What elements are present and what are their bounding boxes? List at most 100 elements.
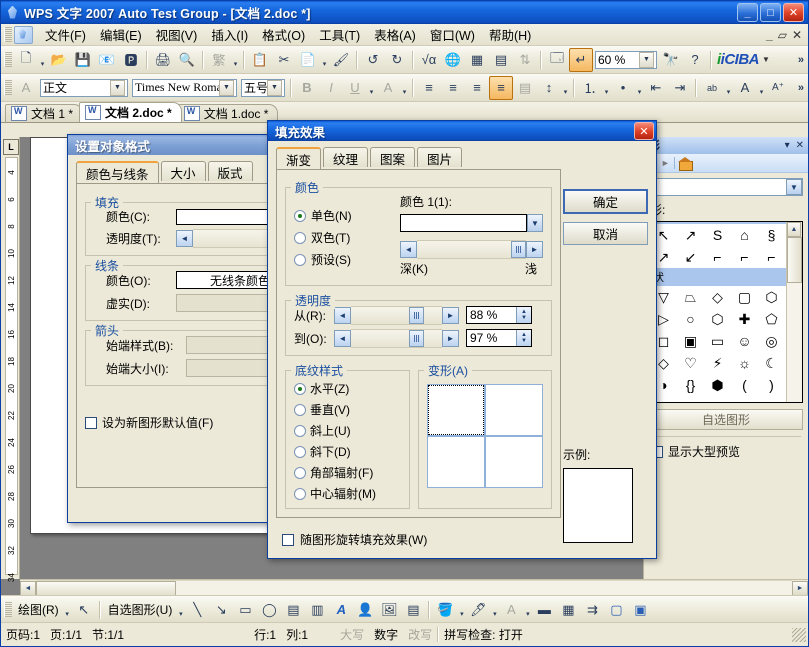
export-pdf-icon[interactable]: 🅿	[119, 48, 143, 72]
tab-gradient[interactable]: 渐变	[276, 147, 321, 169]
menu-edit[interactable]: 编辑(E)	[93, 23, 149, 46]
document-control-icon[interactable]	[14, 26, 33, 44]
shading-diagonal-down-radio[interactable]	[294, 446, 306, 458]
to-spinner-arrows-icon[interactable]: ▲▼	[516, 330, 531, 346]
resize-grip-icon[interactable]	[792, 628, 806, 642]
bulleted-list-icon[interactable]: •	[611, 76, 635, 100]
word-art-icon[interactable]: A	[329, 598, 353, 622]
shading-diagonal-down-row[interactable]: 斜下(D)	[294, 443, 401, 460]
shading-vertical-radio[interactable]	[294, 404, 306, 416]
two-colors-radio[interactable]	[294, 232, 306, 244]
character-border-dropdown-icon[interactable]: ▾	[400, 74, 409, 102]
menu-window[interactable]: 窗口(W)	[423, 23, 482, 46]
shapes-scroll-up-icon[interactable]: ▲	[787, 222, 801, 237]
transparency-to-spinner[interactable]: 97 % ▲▼	[466, 329, 532, 347]
from-thumb[interactable]	[409, 307, 424, 324]
document-tab-2[interactable]: 文档 2.doc *	[79, 102, 182, 122]
style-dropdown-icon[interactable]: ▼	[110, 80, 125, 96]
color1-dropdown-icon[interactable]: ▼	[527, 214, 543, 232]
align-right-icon[interactable]: ≡	[465, 76, 489, 100]
shading-from-center-radio[interactable]	[294, 488, 306, 500]
status-overtype[interactable]: 改写	[403, 626, 437, 643]
line-style-icon[interactable]: ▬	[532, 598, 556, 622]
new-document-icon[interactable]: 🗋	[14, 48, 38, 72]
shape-category-dropdown-icon[interactable]: ▼	[786, 179, 802, 195]
iciba-dropdown-icon[interactable]: ▼	[762, 55, 769, 64]
to-increase-icon[interactable]: ►	[442, 330, 459, 347]
insert-hyperlink-icon[interactable]: 🌐	[441, 48, 465, 72]
shape-cell[interactable]: S	[704, 224, 731, 246]
character-border-icon[interactable]: A	[376, 76, 400, 100]
save-document-icon[interactable]: 💾	[71, 48, 95, 72]
menu-insert[interactable]: 插入(I)	[204, 23, 255, 46]
line-spacing-icon[interactable]: ↕	[537, 76, 561, 100]
shade-decrease-icon[interactable]: ◄	[400, 241, 417, 258]
transparency-from-slider[interactable]: ◄ ►	[334, 307, 459, 324]
highlight-icon[interactable]: ab	[700, 76, 724, 100]
select-objects-icon[interactable]: ↖	[72, 598, 96, 622]
shape-cell[interactable]: ♡	[677, 352, 704, 374]
shape-cell[interactable]: ⬠	[758, 308, 785, 330]
transparency-decrease-icon[interactable]: ◄	[176, 230, 193, 247]
bulleted-list-dropdown-icon[interactable]: ▾	[635, 74, 644, 102]
menu-view[interactable]: 视图(V)	[149, 23, 205, 46]
transparency-to-slider[interactable]: ◄ ►	[334, 330, 459, 347]
rectangle-icon[interactable]: ▭	[233, 598, 257, 622]
document-tab-1[interactable]: 文档 1 *	[5, 104, 83, 122]
shape-cell[interactable]: ▭	[704, 330, 731, 352]
scroll-right-icon[interactable]: ►	[792, 581, 808, 596]
fill-color-icon[interactable]: 🪣	[433, 598, 457, 622]
insert-table-icon[interactable]: ▦	[465, 48, 489, 72]
drawing-font-color-icon[interactable]: A	[499, 598, 523, 622]
font-dropdown-icon[interactable]: ▼	[219, 80, 234, 96]
italic-icon[interactable]: I	[319, 76, 343, 100]
shape-cell[interactable]: ☾	[758, 352, 785, 374]
more-autoshapes-button[interactable]: 自选图形	[649, 409, 803, 430]
new-document-dropdown-icon[interactable]: ▾	[38, 46, 47, 74]
shape-cell[interactable]: ⬡	[704, 308, 731, 330]
insert-picture-icon[interactable]: 🖼	[377, 598, 401, 622]
line-icon[interactable]: ╲	[185, 598, 209, 622]
menu-grip-handle[interactable]	[4, 27, 12, 42]
standard-toolbar-overflow[interactable]: »	[798, 54, 808, 66]
shape-cell[interactable]: ○	[677, 308, 704, 330]
fill-color-dropdown-icon[interactable]: ▾	[457, 596, 466, 624]
zoom-dropdown-icon[interactable]: ▼	[639, 52, 654, 68]
variant-cell-2[interactable]	[485, 384, 543, 436]
oval-icon[interactable]: ◯	[257, 598, 281, 622]
scroll-left-icon[interactable]: ◄	[20, 581, 36, 596]
shading-from-corner-radio[interactable]	[294, 467, 306, 479]
default-shape-checkbox[interactable]	[85, 417, 97, 429]
vertical-ruler[interactable]: L 4681012141618202224262830323436	[1, 137, 20, 579]
bold-icon[interactable]: B	[295, 76, 319, 100]
iciba-label[interactable]: iiCIBA ▼	[715, 51, 771, 68]
shapes-scroll-thumb[interactable]	[787, 237, 802, 283]
fill-effects-dialog[interactable]: 填充效果 ✕ 渐变 纹理 图案 图片 颜色	[267, 120, 657, 559]
tab-texture[interactable]: 纹理	[323, 147, 368, 167]
shape-cell[interactable]: ▢	[731, 286, 758, 308]
drawing-font-color-dropdown-icon[interactable]: ▾	[523, 596, 532, 624]
mdi-minimize-button[interactable]: _	[766, 28, 773, 42]
arrow-style-icon[interactable]: ⇉	[580, 598, 604, 622]
align-justify-icon[interactable]: ≡	[489, 76, 513, 100]
shading-vertical-row[interactable]: 垂直(V)	[294, 401, 401, 418]
show-hide-marks-icon[interactable]: 🗔	[545, 48, 569, 72]
paragraph-marks-icon[interactable]: ↵	[569, 48, 593, 72]
shape-cell[interactable]: ⏢	[677, 286, 704, 308]
font-color-dropdown-icon[interactable]: ▾	[757, 74, 766, 102]
from-decrease-icon[interactable]: ◄	[334, 307, 351, 324]
variant-cell-1[interactable]	[427, 384, 485, 436]
color1-combo[interactable]: ▼	[400, 214, 543, 232]
shape-cell[interactable]: ⬡	[758, 286, 785, 308]
maximize-button[interactable]: □	[760, 3, 781, 22]
align-center-icon[interactable]: ≡	[441, 76, 465, 100]
find-icon[interactable]: 🔭	[659, 48, 683, 72]
format-painter-icon[interactable]: 🖌	[329, 48, 353, 72]
tab-size[interactable]: 大小	[161, 161, 206, 181]
shade-increase-icon[interactable]: ►	[526, 241, 543, 258]
arrow-icon[interactable]: ↘	[209, 598, 233, 622]
cut-icon[interactable]: ✂	[272, 48, 296, 72]
shape-cell[interactable]: ☺	[731, 330, 758, 352]
insert-diagram-icon[interactable]: 👤	[353, 598, 377, 622]
shape-category-combo[interactable]: ▼	[649, 178, 803, 196]
